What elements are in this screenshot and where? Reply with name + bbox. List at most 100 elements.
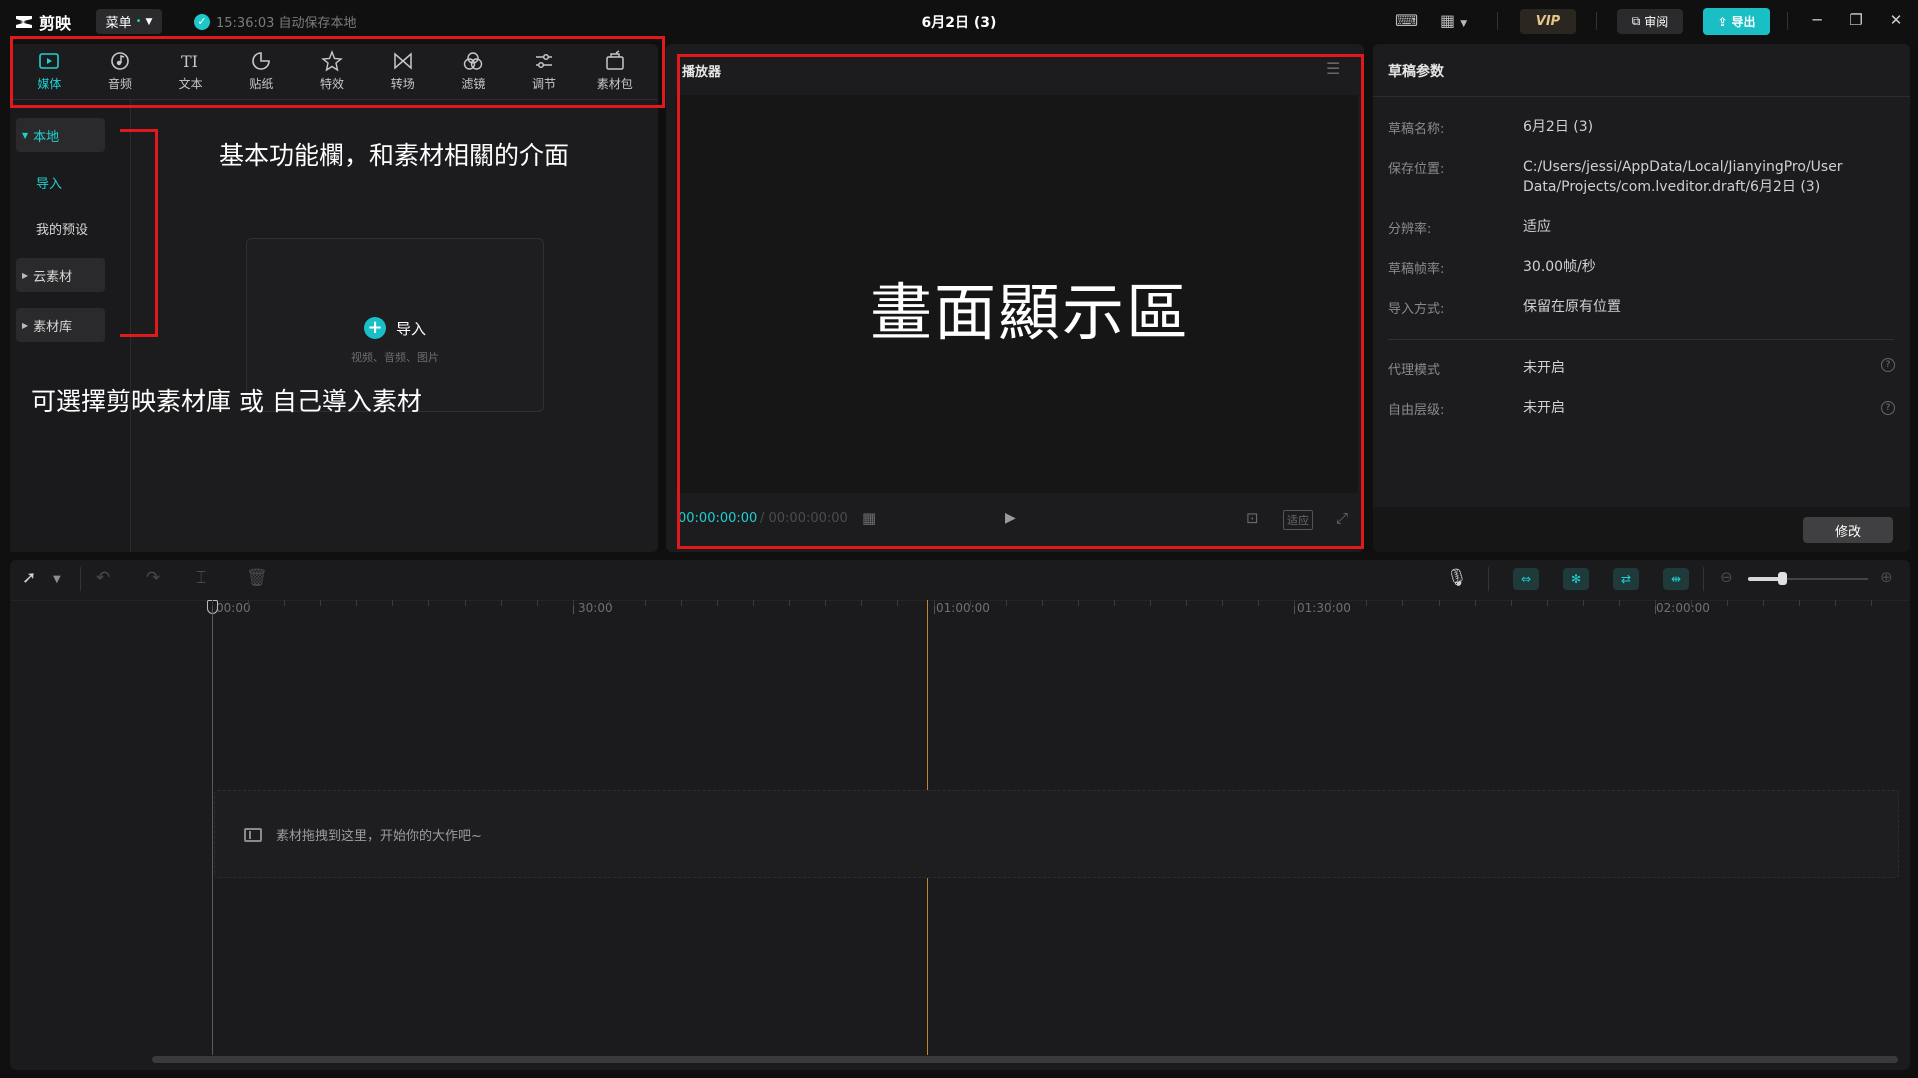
text-icon: TI: [181, 52, 198, 71]
draft-params-panel: [1373, 44, 1910, 552]
tab-transition[interactable]: 转场: [367, 44, 438, 98]
menu-button[interactable]: 菜单 • ▼: [96, 9, 162, 34]
draft-name-value: 6月2日 (3): [1523, 119, 1594, 135]
linkage-icon[interactable]: ⇄: [1613, 568, 1639, 590]
help-icon[interactable]: ?: [1881, 401, 1895, 415]
sidebar-item-import[interactable]: 导入: [16, 165, 105, 199]
sidebar-item-label: 本地: [33, 129, 60, 145]
microphone-icon[interactable]: 🎙: [1446, 568, 1468, 588]
split-icon[interactable]: ⌶: [196, 568, 206, 588]
tab-media[interactable]: 媒体: [14, 44, 85, 98]
help-icon[interactable]: ?: [1881, 358, 1895, 372]
tab-adjust[interactable]: 调节: [509, 44, 580, 98]
close-icon[interactable]: ✕: [1886, 11, 1906, 29]
tab-audio[interactable]: 音频: [85, 44, 156, 98]
play-icon[interactable]: ▶: [1005, 510, 1016, 526]
ruler-minor-tick: [1222, 600, 1223, 606]
export-icon: ⇪: [1717, 14, 1728, 29]
framerate-label: 草稿帧率:: [1388, 262, 1445, 277]
zoom-slider-handle[interactable]: [1778, 572, 1787, 585]
ruler-minor-tick: [789, 600, 790, 606]
tab-material-pack[interactable]: 素材包: [579, 44, 650, 98]
ruler-minor-tick: [1402, 600, 1403, 606]
import-button[interactable]: + 导入: [247, 317, 543, 339]
review-button[interactable]: ⧉ 审阅: [1617, 9, 1683, 34]
tab-effects-label: 特效: [320, 77, 345, 91]
undo-icon[interactable]: ↶: [96, 568, 110, 588]
auto-snap-icon[interactable]: ✻: [1563, 568, 1589, 590]
vip-badge[interactable]: VIP: [1520, 9, 1576, 34]
chevron-down-icon[interactable]: ▼: [53, 574, 61, 585]
ruler-minor-tick: [825, 600, 826, 606]
export-button[interactable]: ⇪ 导出: [1703, 8, 1770, 35]
ruler-minor-tick: [753, 600, 754, 606]
chevron-down-icon: ▼: [145, 16, 153, 27]
resolution-value: 适应: [1523, 219, 1551, 235]
tab-text[interactable]: TI 文本: [155, 44, 226, 98]
svg-text:TI: TI: [181, 52, 198, 71]
params-title: 草稿参数: [1388, 64, 1444, 80]
sidebar-item-local[interactable]: ▼ 本地: [16, 118, 105, 152]
ruler-tick-label: 01:00:00: [936, 601, 990, 615]
timecode-total: / 00:00:00:00: [760, 511, 848, 526]
title-bar: 剪映 菜单 • ▼ ✓ 15:36:03 自动保存本地 6月2日 (3) ⌨ ▦…: [0, 0, 1918, 42]
ruler-minor-tick: [897, 600, 898, 606]
params-divider: [1373, 96, 1910, 97]
menu-label: 菜单: [105, 16, 132, 31]
ruler-minor-tick: [1186, 600, 1187, 606]
sidebar-item-presets[interactable]: 我的预设: [16, 211, 105, 245]
free-layer-label: 自由层级:: [1388, 403, 1445, 418]
ruler-minor-tick: [934, 600, 935, 606]
tab-effects[interactable]: 特效: [297, 44, 368, 98]
ruler-minor-tick: [681, 600, 682, 606]
autosave-status: ✓ 15:36:03 自动保存本地: [194, 12, 357, 31]
zoom-out-icon[interactable]: ⊖: [1720, 568, 1733, 586]
ruler-minor-tick: [1366, 600, 1367, 606]
ruler-minor-tick: [1835, 600, 1836, 606]
redo-icon[interactable]: ↷: [146, 568, 160, 588]
layout-icon[interactable]: ▦ ▼: [1440, 11, 1467, 30]
annotation-toolbar-note: 基本功能欄，和素材相關的介面: [219, 141, 570, 170]
shortcut-keyboard-icon[interactable]: ⌨: [1395, 11, 1418, 30]
ruler-minor-tick: [501, 600, 502, 606]
modify-button[interactable]: 修改: [1803, 517, 1893, 543]
ruler-tick-label: 01:30:00: [1297, 601, 1351, 615]
ruler-minor-tick: [1763, 600, 1764, 606]
sticker-icon: [252, 52, 271, 70]
ruler-minor-tick: [1258, 600, 1259, 606]
preview-axis-icon[interactable]: ⇹: [1663, 568, 1689, 590]
triangle-right-icon: ▶: [22, 320, 29, 330]
ruler-minor-tick: [1078, 600, 1079, 606]
ruler-minor-tick: [1439, 600, 1440, 606]
tab-audio-label: 音频: [108, 77, 133, 91]
resolution-label: 分辨率:: [1388, 222, 1432, 237]
ruler-minor-tick: [1727, 600, 1728, 606]
adjust-icon: [536, 53, 553, 69]
ruler-minor-tick: [1294, 600, 1295, 606]
restore-icon[interactable]: ❐: [1846, 11, 1866, 29]
save-location-line2: Data/Projects/com.lveditor.draft/6月2日 (3…: [1523, 179, 1821, 195]
crop-zoom-icon[interactable]: ⊡: [1246, 509, 1259, 527]
hamburger-menu-icon[interactable]: ☰: [1326, 59, 1340, 78]
timecode-current: 00:00:00:00: [678, 511, 758, 526]
export-label: 导出: [1731, 15, 1756, 29]
sidebar-item-cloud[interactable]: ▶ 云素材: [16, 258, 105, 292]
ratio-fit-button[interactable]: 适应: [1283, 510, 1313, 530]
fullscreen-icon[interactable]: ⤢: [1336, 509, 1348, 527]
tab-sticker[interactable]: 贴纸: [226, 44, 297, 98]
tab-filter[interactable]: 滤镜: [438, 44, 509, 98]
sidebar-item-library[interactable]: ▶ 素材库: [16, 308, 105, 342]
ruler-minor-tick: [1150, 600, 1151, 606]
delete-icon[interactable]: 🗑: [246, 568, 268, 588]
main-track-magnet-icon[interactable]: ⇔: [1513, 568, 1539, 590]
grid-icon[interactable]: ▦: [862, 509, 876, 527]
timeline-horizontal-scrollbar[interactable]: [152, 1056, 1898, 1063]
minimize-icon[interactable]: ─: [1807, 11, 1827, 29]
zoom-in-icon[interactable]: ⊕: [1880, 568, 1893, 586]
select-cursor-icon[interactable]: ➚: [22, 568, 36, 588]
ruler-minor-tick: [465, 600, 466, 606]
sidebar-item-label: 云素材: [33, 269, 73, 285]
free-layer-value: 未开启: [1523, 400, 1565, 416]
ruler-minor-tick: [861, 600, 862, 606]
autosave-text: 15:36:03 自动保存本地: [216, 16, 357, 31]
